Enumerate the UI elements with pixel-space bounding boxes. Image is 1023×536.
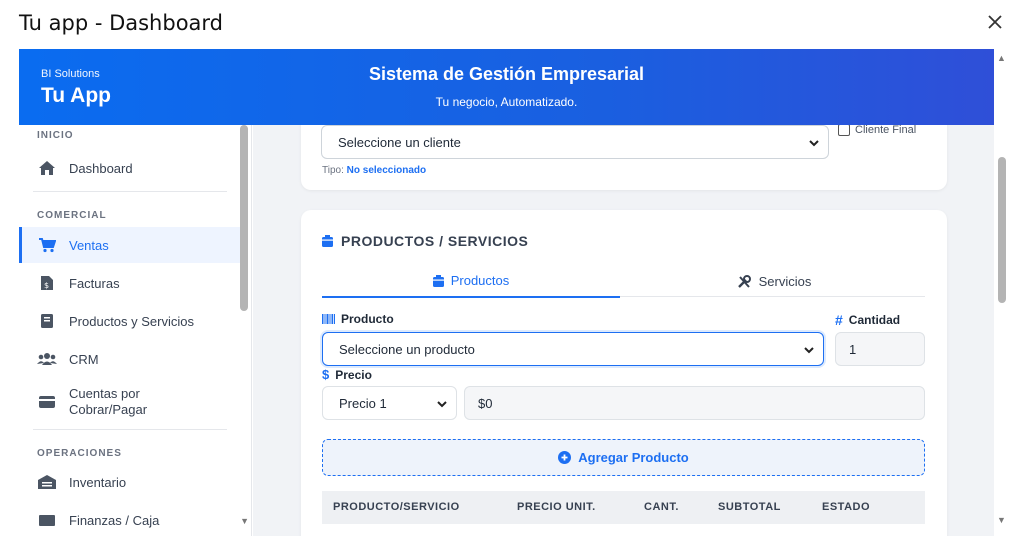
tab-servicios[interactable]: Servicios [623, 265, 925, 298]
quantity-label-text: Cantidad [848, 313, 901, 327]
sidebar-item-finanzas[interactable]: Finanzas / Caja [19, 502, 241, 536]
sidebar-scrollbar[interactable] [240, 125, 248, 311]
chevron-down-icon [436, 398, 448, 413]
sidebar-divider [33, 191, 227, 192]
column-header: SUBTOTAL [718, 501, 781, 513]
price-list-value: Precio 1 [339, 395, 387, 411]
section-label-comercial: COMERCIAL [37, 210, 107, 221]
sidebar-item-label: CRM [69, 351, 99, 367]
section-label-inicio: INICIO [37, 130, 74, 141]
sidebar-item-productos[interactable]: Productos y Servicios [19, 303, 241, 339]
scroll-down-icon[interactable]: ▼ [997, 515, 1006, 525]
cash-icon [37, 511, 57, 529]
sidebar-item-ventas[interactable]: Ventas [19, 227, 241, 263]
add-product-button[interactable]: Agregar Producto [322, 439, 925, 476]
svg-text:$: $ [44, 281, 49, 290]
sidebar-item-inventario[interactable]: Inventario [19, 464, 241, 500]
chevron-down-icon [808, 137, 820, 152]
price-list-select[interactable]: Precio 1 [322, 386, 457, 420]
price-label-text: Precio [335, 367, 372, 382]
book-icon [37, 312, 57, 330]
product-label: Producto [322, 312, 394, 326]
column-header: PRECIO UNIT. [517, 501, 596, 513]
invoice-icon: $ [37, 274, 57, 292]
add-product-label: Agregar Producto [578, 450, 689, 465]
sidebar-scroll-down-icon[interactable]: ▼ [240, 516, 249, 526]
sidebar-item-facturas[interactable]: $ Facturas [19, 265, 241, 301]
client-type-label: Tipo: [322, 165, 344, 176]
final-client-checkbox[interactable]: Cliente Final [838, 125, 916, 136]
users-icon [37, 350, 57, 368]
products-table-header: PRODUCTO/SERVICIO PRECIO UNIT. CANT. SUB… [322, 491, 925, 524]
tools-icon [737, 274, 751, 289]
client-select[interactable]: Seleccione un cliente [321, 125, 829, 159]
quantity-label: # Cantidad [835, 312, 900, 328]
hash-icon: # [835, 312, 843, 328]
product-select-value: Seleccione un producto [339, 341, 475, 357]
sidebar-item-cuentas[interactable]: Cuentas por Cobrar/Pagar [19, 379, 241, 425]
window-titlebar: Tu app - Dashboard [0, 0, 1023, 49]
plus-circle-icon [558, 451, 572, 464]
checkbox-box[interactable] [838, 125, 850, 136]
barcode-icon [322, 314, 335, 324]
sidebar-item-label: Dashboard [69, 160, 133, 176]
page-scrollbar-thumb[interactable] [998, 157, 1006, 303]
box-icon [432, 274, 444, 287]
column-header: CANT. [644, 501, 679, 513]
quantity-input[interactable]: 1 [835, 332, 925, 366]
column-header: ESTADO [822, 501, 871, 513]
system-subtitle: Tu negocio, Automatizado. [435, 95, 578, 109]
dollar-icon: $ [322, 367, 330, 382]
sidebar-divider [33, 429, 227, 430]
products-heading-text: PRODUCTOS / SERVICIOS [341, 233, 529, 249]
box-icon [322, 235, 333, 247]
warehouse-icon [37, 473, 57, 491]
product-label-text: Producto [341, 312, 394, 326]
client-select-value: Seleccione un cliente [338, 134, 461, 150]
client-type-value: No seleccionado [346, 165, 427, 176]
card-icon [37, 393, 57, 411]
price-input[interactable]: $0 [464, 386, 925, 420]
sidebar-item-crm[interactable]: CRM [19, 341, 241, 377]
tab-label: Servicios [758, 274, 812, 289]
system-title: Sistema de Gestión Empresarial [368, 64, 645, 84]
products-heading: PRODUCTOS / SERVICIOS [322, 233, 528, 249]
price-label: $ Precio [322, 367, 372, 382]
scroll-up-icon[interactable]: ▲ [997, 53, 1006, 63]
home-icon [37, 159, 57, 177]
sidebar-item-label: Inventario [69, 474, 127, 490]
products-card: PRODUCTOS / SERVICIOS Productos Servicio… [301, 210, 947, 536]
product-select[interactable]: Seleccione un producto [322, 332, 824, 366]
cart-icon [37, 236, 57, 254]
sidebar-item-dashboard[interactable]: Dashboard [19, 150, 241, 186]
sidebar: INICIO Dashboard COMERCIAL Ventas $ Fact… [19, 125, 252, 536]
column-header: PRODUCTO/SERVICIO [333, 501, 460, 513]
sidebar-item-label: Finanzas / Caja [69, 512, 160, 528]
tab-label: Productos [450, 273, 510, 288]
client-type: Tipo: No seleccionado [322, 165, 426, 176]
sidebar-item-label: Facturas [69, 275, 120, 291]
app-header: BI Solutions Tu App Sistema de Gestión E… [19, 49, 994, 125]
main-content: Seleccione un cliente Cliente Final Tipo… [253, 125, 994, 536]
final-client-label: Cliente Final [855, 125, 917, 136]
tab-productos[interactable]: Productos [322, 265, 620, 298]
close-icon[interactable] [985, 12, 1005, 32]
sidebar-item-label: Productos y Servicios [69, 313, 194, 329]
sidebar-item-label: Cuentas por Cobrar/Pagar [69, 386, 148, 417]
window-title: Tu app - Dashboard [19, 11, 224, 35]
client-card: Seleccione un cliente Cliente Final Tipo… [301, 125, 947, 190]
chevron-down-icon [803, 344, 815, 359]
sidebar-item-label: Ventas [69, 237, 109, 253]
section-label-operaciones: OPERACIONES [37, 448, 122, 459]
